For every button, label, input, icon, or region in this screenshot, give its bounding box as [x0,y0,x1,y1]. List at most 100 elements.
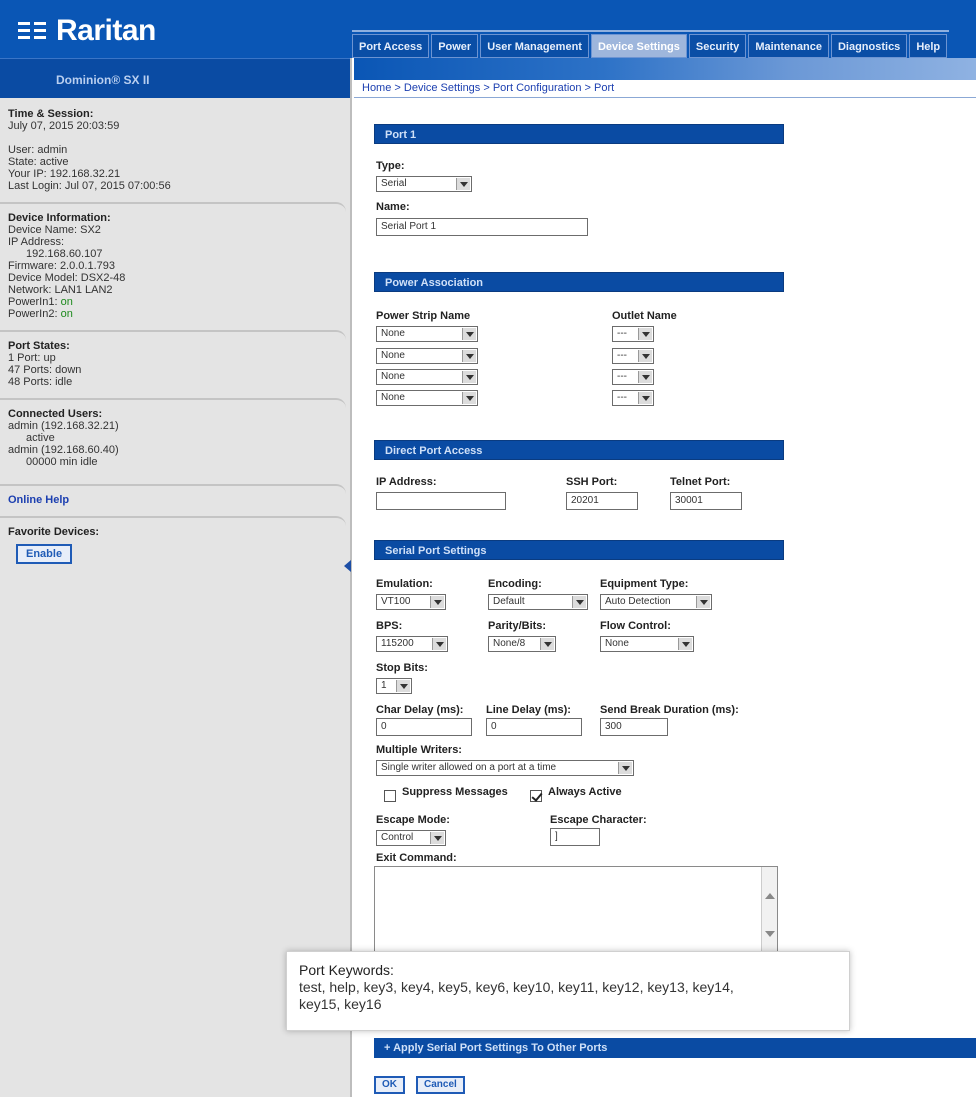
flow-control-label: Flow Control: [600,620,671,632]
session-title: Time & Session: [8,108,94,120]
escape-mode-select-value: Control [381,832,414,843]
divider [0,484,346,494]
power-strip-select-3[interactable]: None [376,369,478,385]
stop-bits-select-value: 1 [381,680,387,691]
power-strip-select-2-value: None [381,350,405,361]
power-strip-select-2[interactable]: None [376,348,478,364]
line-delay-field[interactable]: 0 [486,718,582,736]
type-select-value: Serial [381,178,407,189]
sidebar: Dominion® SX II Time & Session: July 07,… [0,58,352,1097]
device-model: Device Model: DSX2-48 [8,272,126,284]
encoding-label: Encoding: [488,578,542,590]
scroll-down-icon[interactable] [765,931,775,937]
ssh-port-label: SSH Port: [566,476,618,488]
power-in-1-label: PowerIn1: [8,296,58,308]
chevron-down-icon [638,371,652,383]
escape-character-field[interactable]: ] [550,828,600,846]
product-name: Dominion® SX II [0,58,350,98]
apply-to-other-ports-header[interactable]: + Apply Serial Port Settings To Other Po… [374,1038,976,1058]
send-break-label: Send Break Duration (ms): [600,704,739,716]
bps-select-value: 115200 [381,638,414,649]
outlet-select-3-value: --- [617,371,627,382]
connected-users-title: Connected Users: [8,408,103,420]
encoding-select-value: Default [493,596,525,607]
device-panel: Device Information: Device Name: SX2 IP … [0,212,350,330]
tab-help[interactable]: Help [909,34,948,58]
telnet-port-field[interactable]: 30001 [670,492,742,510]
content-header-stripe [354,58,976,80]
enable-favorites-button[interactable]: Enable [16,544,73,564]
tab-power[interactable]: Power [431,34,479,58]
ports-up: 1 Port: up [8,352,56,364]
type-label: Type: [376,160,405,172]
power-strip-label: Power Strip Name [376,310,471,322]
always-active-checkbox[interactable] [530,790,542,802]
port-states-title: Port States: [8,340,70,352]
breadcrumb[interactable]: Home > Device Settings > Port Configurat… [354,80,976,98]
exit-command-textarea[interactable] [374,866,778,952]
outlet-select-1[interactable]: --- [612,326,654,342]
power-in-1: PowerIn1: on [8,296,342,308]
multiple-writers-select[interactable]: Single writer allowed on a port at a tim… [376,760,634,776]
port-keywords-list: test, help, key3, key4, key5, key6, key1… [299,979,837,1013]
flow-control-select[interactable]: None [600,636,694,652]
chevron-down-icon [462,328,476,340]
port-states-panel: Port States: 1 Port: up 47 Ports: down 4… [0,340,350,398]
power-strip-select-4-value: None [381,392,405,403]
ok-button[interactable]: OK [374,1076,405,1094]
outlet-select-2-value: --- [617,350,627,361]
chevron-down-icon [396,680,410,692]
chevron-down-icon [462,371,476,383]
flow-control-select-value: None [605,638,629,649]
char-delay-field[interactable]: 0 [376,718,472,736]
escape-character-label: Escape Character: [550,814,647,826]
online-help-link[interactable]: Online Help [8,494,342,506]
power-strip-select-4[interactable]: None [376,390,478,406]
parity-bits-select-value: None/8 [493,638,526,649]
divider [0,516,346,526]
tab-port-access[interactable]: Port Access [352,34,430,58]
emulation-select[interactable]: VT100 [376,594,446,610]
device-name: Device Name: SX2 [8,224,101,236]
chevron-down-icon [462,350,476,362]
exit-command-scrollbar[interactable] [761,867,777,951]
chevron-down-icon [618,762,632,774]
connected-users-panel: Connected Users: admin (192.168.32.21) a… [0,408,350,478]
collapse-sidebar-icon[interactable] [344,560,351,572]
ssh-port-field[interactable]: 20201 [566,492,638,510]
power-strip-select-1[interactable]: None [376,326,478,342]
tab-security[interactable]: Security [688,34,747,58]
ip-address-field[interactable] [376,492,506,510]
port-keywords-line-2: key15, key16 [299,996,382,1012]
equipment-type-select-value: Auto Detection [605,596,671,607]
tab-diagnostics[interactable]: Diagnostics [830,34,908,58]
equipment-type-select[interactable]: Auto Detection [600,594,712,610]
tab-maintenance[interactable]: Maintenance [748,34,829,58]
power-in-2-status: on [60,308,73,320]
outlet-select-3[interactable]: --- [612,369,654,385]
suppress-messages-checkbox[interactable] [384,790,396,802]
line-delay-label: Line Delay (ms): [486,704,571,716]
encoding-select[interactable]: Default [488,594,588,610]
connected-user-1: admin (192.168.32.21) [8,420,119,432]
stop-bits-select[interactable]: 1 [376,678,412,694]
tab-device-settings[interactable]: Device Settings [590,34,687,58]
scroll-up-icon[interactable] [765,893,775,899]
power-association-header: Power Association [374,272,784,292]
outlet-select-2[interactable]: --- [612,348,654,364]
device-ip-label: IP Address: [8,236,65,248]
tab-user-management[interactable]: User Management [480,34,589,58]
port-name-field[interactable]: Serial Port 1 [376,218,588,236]
outlet-select-4[interactable]: --- [612,390,654,406]
parity-bits-select[interactable]: None/8 [488,636,556,652]
suppress-messages-label: Suppress Messages [402,786,508,798]
ports-idle: 48 Ports: idle [8,376,73,388]
type-select[interactable]: Serial [376,176,472,192]
chevron-down-icon [432,638,446,650]
cancel-button[interactable]: Cancel [416,1076,465,1094]
session-ip: Your IP: 192.168.32.21 [8,168,121,180]
bps-select[interactable]: 115200 [376,636,448,652]
escape-mode-select[interactable]: Control [376,830,446,846]
send-break-field[interactable]: 300 [600,718,668,736]
ports-down: 47 Ports: down [8,364,82,376]
